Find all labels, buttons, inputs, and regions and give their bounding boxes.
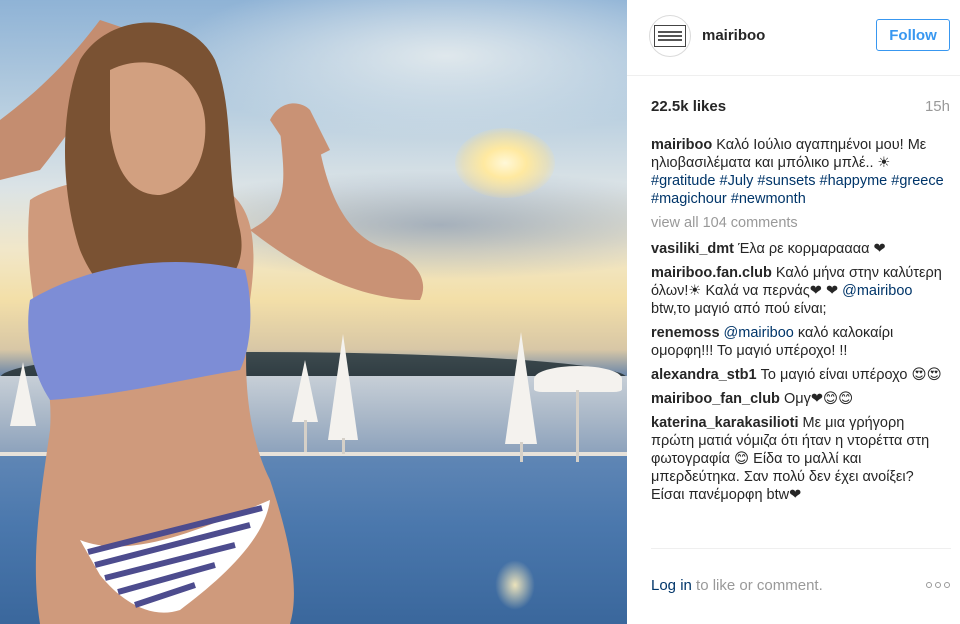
comment-username[interactable]: katerina_karakasilioti — [651, 415, 799, 431]
hashtag[interactable]: #greece — [891, 173, 943, 189]
profile-avatar[interactable] — [649, 15, 691, 57]
comment: mairiboo.fan.club Καλό μήνα στην καλύτερ… — [651, 264, 951, 318]
comment-username[interactable]: vasiliki_dmt — [651, 241, 734, 257]
comment-text: btw,το μαγιό από πού είναι; — [651, 301, 827, 317]
hashtag[interactable]: #gratitude — [651, 173, 716, 189]
login-link[interactable]: Log in — [651, 577, 692, 594]
dot — [926, 582, 932, 588]
comment-text: Ομγ❤😊😊 — [783, 391, 854, 407]
caption-username[interactable]: mairiboo — [651, 137, 712, 153]
comment-mention[interactable]: @mairiboo — [842, 283, 912, 299]
comment-text: Έλα ρε κορμαραααα ❤ — [738, 241, 886, 257]
avatar-logo — [654, 25, 686, 47]
hashtag[interactable]: #July — [720, 173, 754, 189]
hashtag[interactable]: #newmonth — [731, 191, 806, 207]
hashtag[interactable]: #magichour — [651, 191, 727, 207]
comment-username[interactable]: mairiboo_fan_club — [651, 391, 780, 407]
comment: renemoss @mairiboo καλό καλοκαίρι ομορφη… — [651, 324, 951, 360]
post-photo[interactable] — [0, 0, 627, 624]
login-prompt-text: to like or comment. — [691, 577, 823, 594]
post-time[interactable]: 15h — [925, 98, 950, 115]
view-all-comments-link[interactable]: view all 104 comments — [651, 214, 951, 232]
post-header: mairiboo Follow — [627, 0, 960, 76]
post-sidebar: mairiboo Follow 22.5k likes 15h mairiboo… — [627, 0, 960, 624]
comment-username[interactable]: alexandra_stb1 — [651, 367, 757, 383]
divider — [651, 548, 951, 549]
hashtag[interactable]: #sunsets — [757, 173, 815, 189]
caption: mairiboo Καλό Ιούλιο αγαπημένοι μου! Με … — [651, 136, 951, 208]
comment-username[interactable]: mairiboo.fan.club — [651, 265, 772, 281]
login-prompt: Log in to like or comment. — [651, 577, 823, 594]
comment: katerina_karakasilioti Με μια γρήγορη πρ… — [651, 414, 951, 504]
post-username[interactable]: mairiboo — [702, 27, 765, 44]
person-figure — [0, 20, 424, 624]
comments-section: mairiboo Καλό Ιούλιο αγαπημένοι μου! Με … — [651, 136, 951, 510]
dot — [944, 582, 950, 588]
comment-username[interactable]: renemoss — [651, 325, 720, 341]
comment: alexandra_stb1 Το μαγιό είναι υπέροχο 😍😍 — [651, 366, 951, 384]
comment: mairiboo_fan_club Ομγ❤😊😊 — [651, 390, 951, 408]
follow-button[interactable]: Follow — [876, 19, 950, 51]
hashtag[interactable]: #happyme — [820, 173, 888, 189]
ellipsis-icon[interactable] — [926, 582, 950, 588]
comment-mention[interactable]: @mairiboo — [724, 325, 794, 341]
comment: vasiliki_dmt Έλα ρε κορμαραααα ❤ — [651, 240, 951, 258]
dot — [935, 582, 941, 588]
comment-text: Το μαγιό είναι υπέροχο 😍😍 — [760, 367, 942, 383]
likes-count[interactable]: 22.5k likes — [651, 98, 726, 115]
